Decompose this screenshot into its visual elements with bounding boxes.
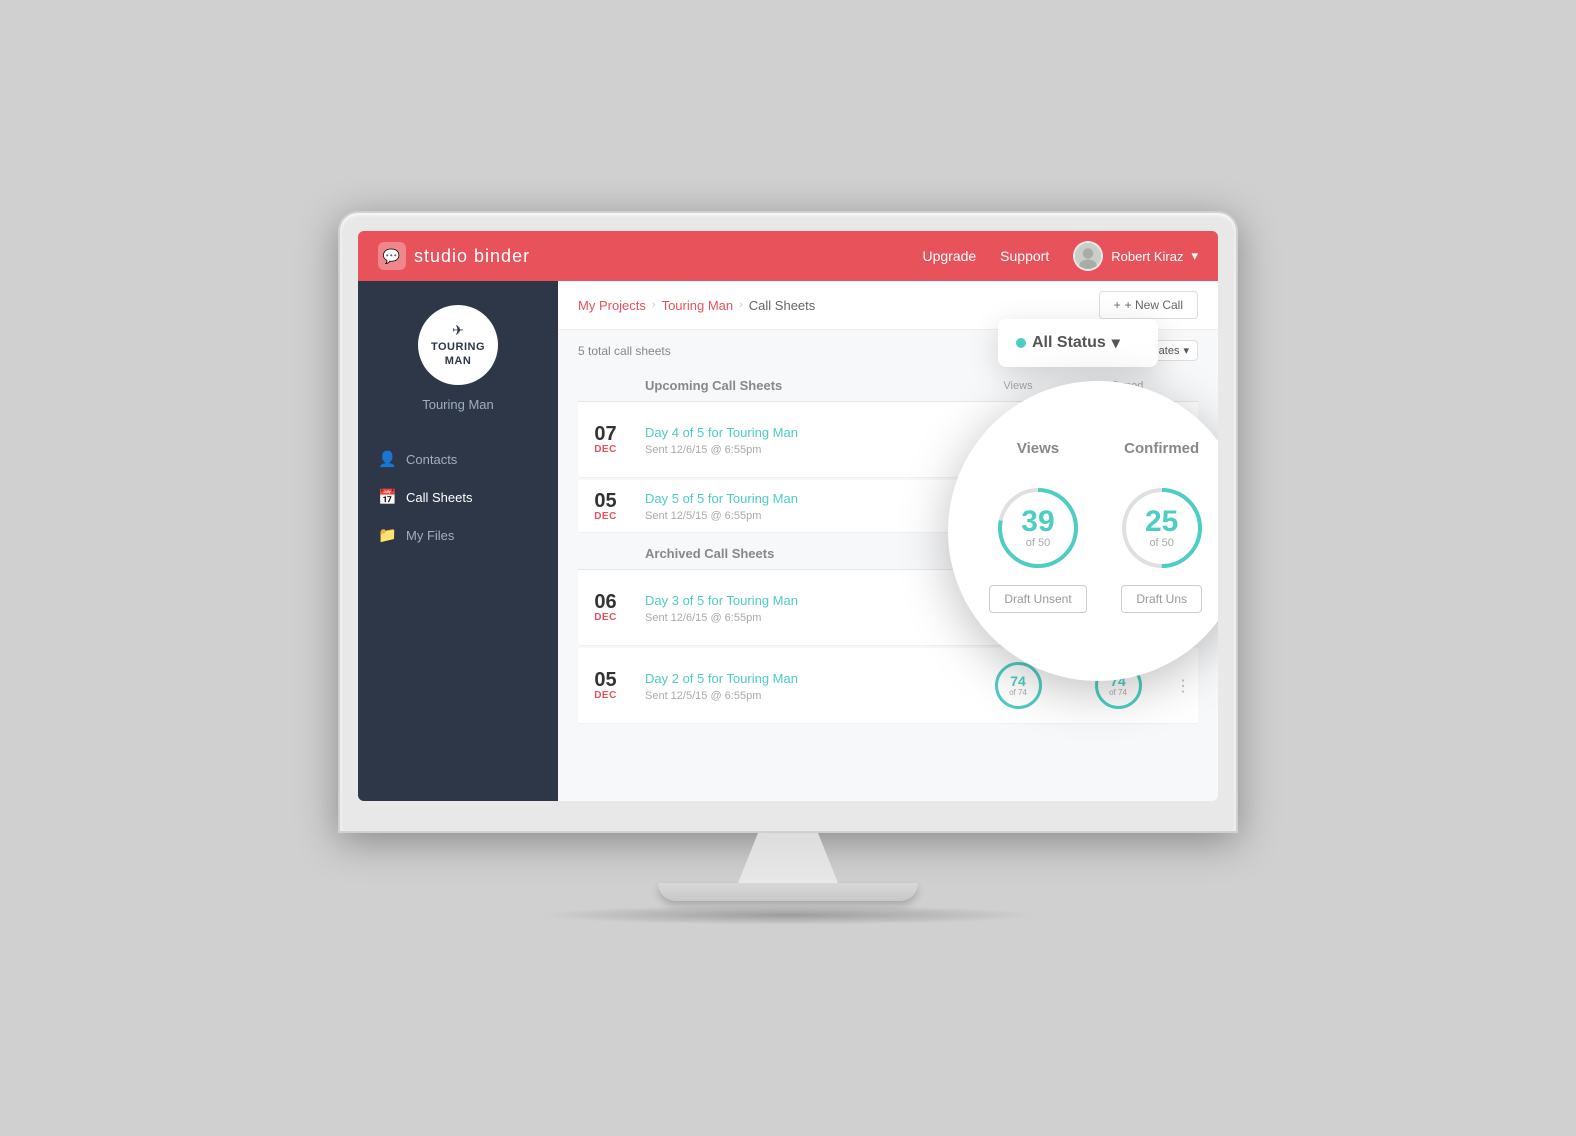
user-area[interactable]: Robert Kiraz ▾ <box>1073 241 1198 271</box>
status-dropdown[interactable]: All Status ▾ <box>1016 333 1140 353</box>
sheet-title[interactable]: Day 3 of 5 for Touring Man <box>645 593 798 608</box>
main-layout: ✈ TOURING MAN Touring Man 👤 Contacts 📅 C… <box>358 281 1218 801</box>
zoom-confirmed-col: Confirmed 25 of 50 <box>1117 440 1207 613</box>
date-col: 05 DEC <box>578 670 633 701</box>
archived-section-label: Archived Call Sheets <box>645 546 774 561</box>
top-nav: 💬 studio binder Upgrade Support Robert <box>358 231 1218 281</box>
user-name: Robert Kiraz <box>1111 249 1183 264</box>
sidebar-item-callsheets-label: Call Sheets <box>406 490 472 505</box>
views-value: 74 of 74 <box>1009 674 1027 698</box>
screen: 💬 studio binder Upgrade Support Robert <box>358 231 1218 801</box>
zoom-views-number: 39 <box>1021 507 1054 537</box>
sheet-info: Day 3 of 5 for Touring Man Sent 12/6/15 … <box>633 592 968 624</box>
project-logo: ✈ TOURING MAN <box>418 305 498 385</box>
sheet-meta: Sent 12/6/15 @ 6:55pm <box>645 444 956 456</box>
zoom-confirmed-denom: of 50 <box>1145 537 1178 549</box>
monitor-shadow <box>538 905 1038 925</box>
date-month: DEC <box>578 444 633 455</box>
plus-icon: + <box>1114 298 1121 312</box>
monitor-neck <box>738 833 838 883</box>
upgrade-link[interactable]: Upgrade <box>922 248 976 264</box>
sheet-info: Day 4 of 5 for Touring Man Sent 12/6/15 … <box>633 424 968 456</box>
sidebar-project-name: Touring Man <box>422 397 494 412</box>
date-month: DEC <box>578 612 633 623</box>
support-link[interactable]: Support <box>1000 248 1049 264</box>
upcoming-section-label: Upcoming Call Sheets <box>645 378 782 393</box>
monitor-bezel: 💬 studio binder Upgrade Support Robert <box>338 211 1238 833</box>
zoom-views-col: Views 39 of 50 <box>989 440 1086 613</box>
sheet-meta: Sent 12/5/15 @ 6:55pm <box>645 510 956 522</box>
breadcrumb-my-projects[interactable]: My Projects <box>578 298 646 313</box>
sheet-meta: Sent 12/5/15 @ 6:55pm <box>645 690 956 702</box>
zoom-cols: Views 39 of 50 <box>968 440 1218 613</box>
sidebar-item-contacts[interactable]: 👤 Contacts <box>358 440 558 478</box>
avatar <box>1073 241 1103 271</box>
zoom-views-circle: 39 of 50 <box>993 483 1083 573</box>
breadcrumb-sep-1: › <box>652 299 656 311</box>
sidebar-nav: 👤 Contacts 📅 Call Sheets 📁 My Files <box>358 440 558 554</box>
app-name: studio binder <box>414 246 530 267</box>
content-header: My Projects › Touring Man › Call Sheets … <box>558 281 1218 330</box>
total-count: 5 total call sheets <box>578 344 671 358</box>
monitor-base <box>658 883 918 901</box>
logo-area: 💬 studio binder <box>378 242 530 270</box>
sheet-title[interactable]: Day 2 of 5 for Touring Man <box>645 671 798 686</box>
sidebar-item-myfiles-label: My Files <box>406 528 454 543</box>
date-month: DEC <box>578 690 633 701</box>
section-header-label: Upcoming Call Sheets <box>633 377 968 395</box>
date-day: 06 <box>578 592 633 612</box>
new-call-button[interactable]: + + New Call <box>1099 291 1198 319</box>
zoom-views-denom: of 50 <box>1021 537 1054 549</box>
date-month: DEC <box>578 511 633 522</box>
zoom-views-label: Views <box>1017 440 1059 457</box>
sheet-info: Day 2 of 5 for Touring Man Sent 12/5/15 … <box>633 670 968 702</box>
date-col: 06 DEC <box>578 592 633 623</box>
files-icon: 📁 <box>378 526 396 544</box>
sheet-title[interactable]: Day 5 of 5 for Touring Man <box>645 491 798 506</box>
sidebar-item-myfiles[interactable]: 📁 My Files <box>358 516 558 554</box>
zoom-views-value: 39 of 50 <box>1021 507 1054 549</box>
sidebar: ✈ TOURING MAN Touring Man 👤 Contacts 📅 C… <box>358 281 558 801</box>
sheet-info: Day 5 of 5 for Touring Man Sent 12/5/15 … <box>633 490 968 522</box>
sidebar-item-contacts-label: Contacts <box>406 452 457 467</box>
dates-chevron-icon: ▾ <box>1183 344 1189 357</box>
sheet-meta: Sent 12/6/15 @ 6:55pm <box>645 612 956 624</box>
status-dot-icon <box>1016 338 1026 348</box>
monitor-wrapper: 💬 studio binder Upgrade Support Robert <box>338 211 1238 925</box>
zoom-confirmed-number: 25 <box>1145 507 1178 537</box>
zoom-confirmed-value: 25 of 50 <box>1145 507 1178 549</box>
breadcrumb: My Projects › Touring Man › Call Sheets <box>578 298 815 313</box>
zoom-confirmed-circle: 25 of 50 <box>1117 483 1207 573</box>
breadcrumb-sep-2: › <box>739 299 743 311</box>
project-logo-plane-icon: ✈ <box>452 322 464 339</box>
zoom-confirmed-label: Confirmed <box>1124 440 1199 457</box>
logo-icon: 💬 <box>378 242 406 270</box>
zoom-draft-conf-badge: Draft Uns <box>1121 585 1202 613</box>
chevron-down-icon: ▾ <box>1191 248 1198 264</box>
zoom-draft-badge: Draft Unsent <box>989 585 1086 613</box>
date-col: 05 DEC <box>578 491 633 522</box>
sheet-title[interactable]: Day 4 of 5 for Touring Man <box>645 425 798 440</box>
nav-links: Upgrade Support Robert Kiraz ▾ <box>922 241 1198 271</box>
date-day: 05 <box>578 670 633 690</box>
zoom-content: Views 39 of 50 <box>948 420 1218 643</box>
callsheets-icon: 📅 <box>378 488 396 506</box>
date-day: 07 <box>578 424 633 444</box>
content-area: My Projects › Touring Man › Call Sheets … <box>558 281 1218 801</box>
breadcrumb-project[interactable]: Touring Man <box>662 298 734 313</box>
project-logo-text-line2: MAN <box>445 355 472 368</box>
date-day: 05 <box>578 491 633 511</box>
sidebar-item-callsheets[interactable]: 📅 Call Sheets <box>358 478 558 516</box>
header-actions: + + New Call All Status ▾ <box>1099 291 1198 319</box>
status-chevron-icon: ▾ <box>1112 333 1120 353</box>
status-dropdown-label: All Status <box>1032 334 1106 352</box>
breadcrumb-current: Call Sheets <box>749 298 815 313</box>
date-col: 07 DEC <box>578 424 633 455</box>
status-dropdown-overlay: All Status ▾ <box>998 319 1158 367</box>
contacts-icon: 👤 <box>378 450 396 468</box>
more-button[interactable]: ⋮ <box>1168 676 1198 696</box>
project-logo-text-line1: TOURING <box>431 341 485 354</box>
